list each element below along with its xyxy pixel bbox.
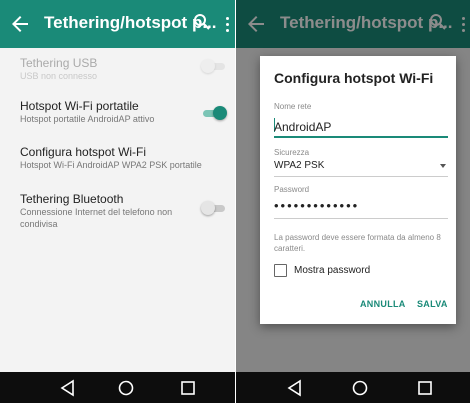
password-hint: La password deve essere formata da almen… bbox=[274, 233, 441, 253]
network-name-input[interactable]: AndroidAP bbox=[274, 120, 331, 134]
setting-subtitle: USB non connesso bbox=[20, 71, 98, 81]
show-password-label[interactable]: Mostra password bbox=[294, 265, 370, 276]
usb-tethering-toggle[interactable] bbox=[201, 58, 227, 74]
setting-subtitle: Hotspot portatile AndroidAP attivo bbox=[20, 114, 155, 124]
setting-wifi-hotspot[interactable]: Hotspot Wi-Fi portatile Hotspot portatil… bbox=[20, 99, 230, 125]
setting-bluetooth-tethering[interactable]: Tethering Bluetooth Connessione Internet… bbox=[20, 192, 180, 230]
back-triangle-icon[interactable] bbox=[59, 379, 77, 397]
network-name-label: Nome rete bbox=[274, 102, 312, 111]
bluetooth-tethering-toggle[interactable] bbox=[201, 200, 227, 216]
left-screen: Tethering/hotspot p... Tethering USB USB… bbox=[0, 0, 235, 372]
setting-title: Tethering USB bbox=[20, 56, 98, 70]
home-circle-icon[interactable] bbox=[117, 379, 135, 397]
setting-subtitle: Hotspot Wi-Fi AndroidAP WPA2 PSK portati… bbox=[20, 160, 202, 170]
toolbar-title: Tethering/hotspot p... bbox=[44, 13, 217, 32]
more-vert-icon[interactable] bbox=[223, 13, 231, 35]
search-icon[interactable] bbox=[192, 12, 212, 32]
password-label: Password bbox=[274, 185, 310, 194]
arrow-left-icon[interactable] bbox=[8, 12, 32, 36]
screen-separator bbox=[235, 0, 236, 403]
wifi-hotspot-toggle[interactable] bbox=[201, 105, 227, 121]
password-input[interactable]: ••••••••••••• bbox=[274, 198, 359, 213]
setting-title: Configura hotspot Wi-Fi bbox=[20, 145, 147, 159]
hotspot-config-dialog: Configura hotspot Wi-Fi Nome rete Androi… bbox=[260, 56, 456, 324]
setting-title: Hotspot Wi-Fi portatile bbox=[20, 99, 139, 113]
screenshot-frame: Tethering/hotspot p... Tethering USB USB… bbox=[0, 0, 470, 403]
dialog-title: Configura hotspot Wi-Fi bbox=[274, 70, 434, 86]
password-underline bbox=[274, 218, 448, 219]
security-label: Sicurezza bbox=[274, 148, 310, 157]
show-password-checkbox[interactable] bbox=[274, 264, 287, 277]
home-circle-icon[interactable] bbox=[351, 379, 369, 397]
setting-subtitle: Connessione Internet del telefono non co… bbox=[20, 207, 173, 229]
recents-square-icon[interactable] bbox=[179, 379, 197, 397]
setting-title: Tethering Bluetooth bbox=[20, 192, 124, 206]
left-toolbar: Tethering/hotspot p... bbox=[0, 0, 235, 48]
security-select[interactable]: WPA2 PSK bbox=[274, 160, 324, 171]
setting-usb-tethering[interactable]: Tethering USB USB non connesso bbox=[20, 56, 230, 82]
network-name-underline bbox=[274, 136, 448, 138]
dropdown-arrow-icon[interactable] bbox=[440, 164, 446, 168]
cancel-button[interactable]: ANNULLA bbox=[360, 299, 406, 309]
setting-configure-hotspot[interactable]: Configura hotspot Wi-Fi Hotspot Wi-Fi An… bbox=[20, 145, 230, 171]
back-triangle-icon[interactable] bbox=[286, 379, 304, 397]
save-button[interactable]: SALVA bbox=[417, 299, 448, 309]
security-underline bbox=[274, 176, 448, 177]
recents-square-icon[interactable] bbox=[416, 379, 434, 397]
